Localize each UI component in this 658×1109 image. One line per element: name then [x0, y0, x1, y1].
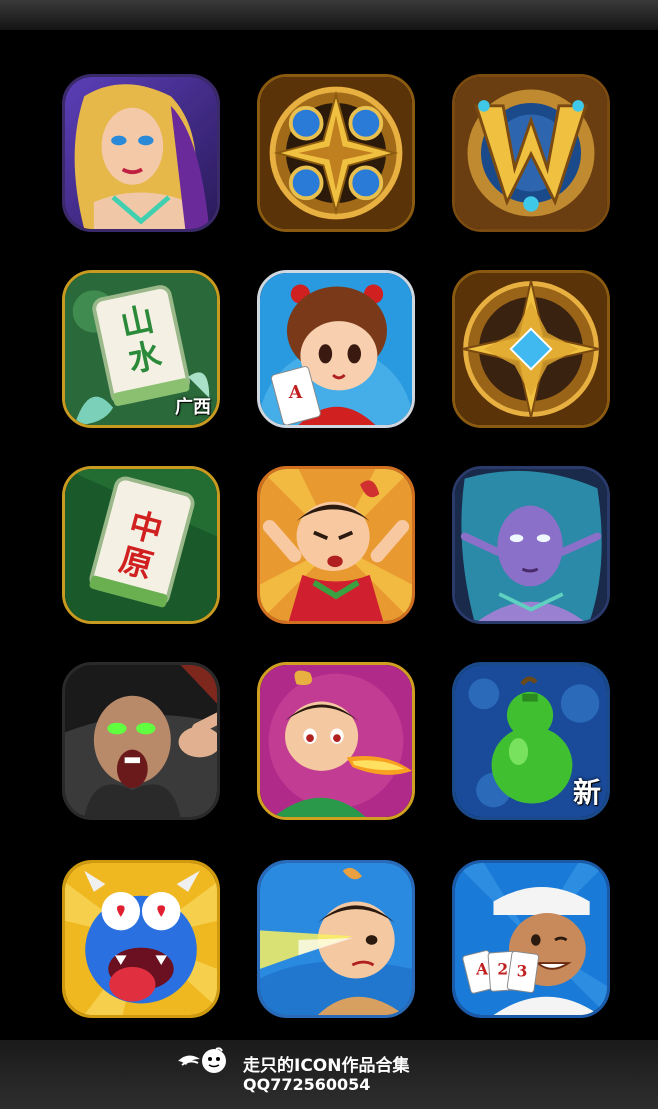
winged-face-logo-icon — [178, 1047, 226, 1073]
tile-sorceress[interactable] — [62, 74, 220, 232]
cartoon-girl-with-card-icon: A — [260, 273, 412, 425]
new-badge: 新 — [572, 776, 601, 809]
tile-golden-compass[interactable] — [257, 74, 415, 232]
tile-blue-monster[interactable] — [62, 860, 220, 1018]
eye-beam-calabash-brother-icon — [260, 863, 412, 1015]
card-playing-man-icon: A 2 3 — [455, 863, 607, 1015]
card-2: 2 — [497, 961, 508, 979]
tile-card-girl[interactable]: A — [257, 270, 415, 428]
footer-qq-number: QQ772560054 — [243, 1075, 371, 1094]
golden-compass-emblem-icon — [260, 77, 412, 229]
fantasy-sorceress-icon — [65, 77, 217, 229]
fire-breathing-calabash-brother-icon — [260, 665, 412, 817]
shouting-warlord-icon — [65, 665, 217, 817]
tile-warlord[interactable] — [62, 662, 220, 820]
golden-w-crest-icon — [455, 77, 607, 229]
tile-calabash-boy-fire[interactable] — [257, 662, 415, 820]
tile-card-man[interactable]: A 2 3 — [452, 860, 610, 1018]
region-badge: 广西 — [175, 397, 211, 418]
playing-card-letter: A — [288, 383, 303, 403]
footer-title: 走只的ICON作品合集 — [243, 1056, 410, 1076]
card-3: 3 — [517, 963, 528, 981]
tile-green-gourd[interactable]: 新 — [452, 662, 610, 820]
card-a: A — [475, 961, 489, 979]
icon-gallery: 山水 广西 A 中原 新 A 2 3 — [0, 0, 658, 1040]
mahjong-zhongyuan-tile-icon: 中原 — [65, 469, 217, 621]
calabash-brother-icon — [260, 469, 412, 621]
tile-calabash-boy-red[interactable] — [257, 466, 415, 624]
star-compass-emblem-icon — [455, 273, 607, 425]
tile-mahjong-zhongyuan[interactable]: 中原 — [62, 466, 220, 624]
tile-mahjong-guangxi[interactable]: 山水 广西 — [62, 270, 220, 428]
tile-calabash-boy-beam[interactable] — [257, 860, 415, 1018]
night-elf-woman-icon — [455, 469, 607, 621]
tile-w-crest[interactable] — [452, 74, 610, 232]
tile-star-compass[interactable] — [452, 270, 610, 428]
blue-monster-icon — [65, 863, 217, 1015]
tile-night-elf[interactable] — [452, 466, 610, 624]
